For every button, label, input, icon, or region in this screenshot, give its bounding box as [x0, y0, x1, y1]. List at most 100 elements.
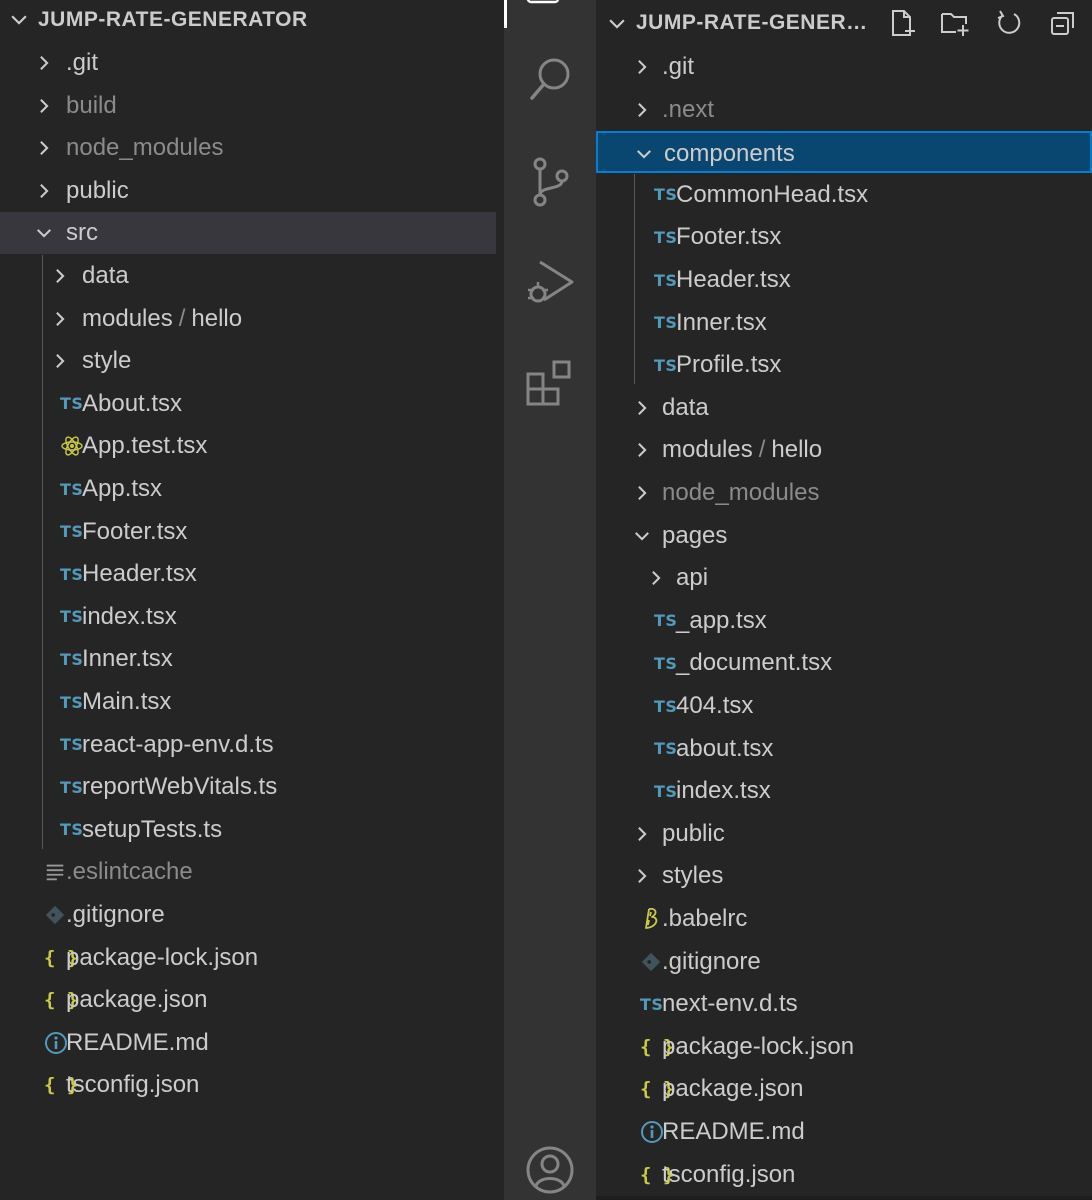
file-item-package-lock-json[interactable]: { } package-lock.json — [596, 1026, 1092, 1068]
file-item-gitignore[interactable]: .gitignore — [596, 941, 1092, 983]
file-item-footer-tsx[interactable]: TS Footer.tsx — [596, 216, 1092, 258]
item-label: Inner.tsx — [82, 645, 173, 673]
item-label: package-lock.json — [66, 944, 258, 972]
folder-item-public[interactable]: public — [0, 170, 504, 212]
chevron-right-icon[interactable] — [632, 57, 652, 77]
chevron-right-icon[interactable] — [632, 866, 652, 886]
file-item-main-tsx[interactable]: TS Main.tsx — [0, 681, 504, 723]
item-label: App.tsx — [82, 475, 162, 503]
folder-item-style[interactable]: style — [0, 340, 504, 382]
chevron-right-icon[interactable] — [34, 53, 54, 73]
extensions-icon[interactable] — [524, 358, 576, 410]
chevron-right-icon[interactable] — [34, 138, 54, 158]
file-item-footer-tsx[interactable]: TS Footer.tsx — [0, 511, 504, 553]
file-item-about-tsx[interactable]: TS about.tsx — [596, 728, 1092, 770]
file-item-tsconfig-json[interactable]: { } tsconfig.json — [596, 1154, 1092, 1196]
file-item-next-env-d-ts[interactable]: TS next-env.d.ts — [596, 983, 1092, 1025]
folder-item-data[interactable]: data — [0, 255, 504, 297]
folder-item-modules[interactable]: modules / hello — [0, 298, 504, 340]
file-item-document-tsx[interactable]: TS _document.tsx — [596, 642, 1092, 684]
chevron-down-icon[interactable] — [34, 223, 54, 243]
file-item-package-lock-json[interactable]: { } package-lock.json — [0, 937, 504, 979]
search-icon[interactable] — [524, 52, 576, 104]
item-label: _document.tsx — [676, 649, 832, 677]
chevron-right-icon[interactable] — [632, 440, 652, 460]
file-item-header-tsx[interactable]: TS Header.tsx — [0, 553, 504, 595]
file-item-reportwebvitals-ts[interactable]: TS reportWebVitals.ts — [0, 766, 504, 808]
file-item-package-json[interactable]: { } package.json — [0, 979, 504, 1021]
file-item-react-app-env-d-ts[interactable]: TS react-app-env.d.ts — [0, 724, 504, 766]
new-file-icon[interactable] — [888, 8, 918, 38]
folder-item-modules[interactable]: modules / hello — [596, 429, 1092, 471]
file-item-tsconfig-json[interactable]: { } tsconfig.json — [0, 1064, 504, 1106]
folder-item-build[interactable]: build — [0, 85, 504, 127]
chevron-right-icon[interactable] — [50, 266, 70, 286]
file-item-app-tsx[interactable]: TS _app.tsx — [596, 600, 1092, 642]
source-control-icon[interactable] — [524, 156, 576, 208]
chevron-right-icon[interactable] — [50, 309, 70, 329]
collapse-all-icon[interactable] — [1048, 8, 1078, 38]
chevron-right-icon[interactable] — [632, 100, 652, 120]
file-item-index-tsx[interactable]: TS index.tsx — [0, 596, 504, 638]
file-item-commonhead-tsx[interactable]: TS CommonHead.tsx — [596, 174, 1092, 216]
folder-item-data[interactable]: data — [596, 387, 1092, 429]
file-item-app-test-tsx[interactable]: App.test.tsx — [0, 425, 504, 467]
chevron-right-icon[interactable] — [632, 398, 652, 418]
folder-item-node-modules[interactable]: node_modules — [0, 127, 504, 169]
file-item-eslintcache[interactable]: .eslintcache — [0, 851, 504, 893]
chevron-right-icon[interactable] — [632, 483, 652, 503]
chevron-right-icon[interactable] — [34, 96, 54, 116]
typescript-file-icon: TS — [654, 312, 677, 334]
folder-item-pages[interactable]: pages — [596, 515, 1092, 557]
file-item-index-tsx[interactable]: TS index.tsx — [596, 770, 1092, 812]
refresh-icon[interactable] — [994, 8, 1024, 38]
file-item-about-tsx[interactable]: TS About.tsx — [0, 383, 504, 425]
file-item-profile-tsx[interactable]: TS Profile.tsx — [596, 344, 1092, 386]
file-item-gitignore[interactable]: .gitignore — [0, 894, 504, 936]
file-item-404-tsx[interactable]: TS 404.tsx — [596, 685, 1092, 727]
file-item-inner-tsx[interactable]: TS Inner.tsx — [0, 638, 504, 680]
chevron-right-icon[interactable] — [632, 824, 652, 844]
chevron-down-icon[interactable] — [606, 12, 628, 34]
item-label-text: Footer.tsx — [82, 517, 188, 545]
chevron-down-icon[interactable] — [634, 144, 654, 164]
chevron-down-icon[interactable] — [8, 8, 30, 30]
item-label-text: about.tsx — [676, 734, 774, 762]
run-debug-icon[interactable] — [524, 258, 576, 310]
info-file-icon — [640, 1121, 664, 1143]
folder-item-node-modules[interactable]: node_modules — [596, 472, 1092, 514]
folder-item-git[interactable]: .git — [0, 42, 504, 84]
typescript-file-icon: TS — [60, 776, 83, 798]
item-label-text: _app.tsx — [676, 606, 767, 634]
folder-item-git[interactable]: .git — [596, 46, 1092, 88]
folder-item-components[interactable]: components — [596, 131, 1092, 174]
folder-item-public[interactable]: public — [596, 813, 1092, 855]
account-icon[interactable] — [524, 1144, 576, 1196]
folder-item-next[interactable]: .next — [596, 89, 1092, 131]
file-item-readme-md[interactable]: README.md — [0, 1022, 504, 1064]
file-item-setuptests-ts[interactable]: TS setupTests.ts — [0, 809, 504, 851]
explorer-section-header-right[interactable]: JUMP-RATE-GENERATOR — [596, 0, 1092, 42]
new-folder-icon[interactable] — [940, 8, 970, 38]
chevron-right-icon[interactable] — [34, 181, 54, 201]
file-item-header-tsx[interactable]: TS Header.tsx — [596, 259, 1092, 301]
item-label-text: Profile.tsx — [676, 351, 782, 379]
folder-item-api[interactable]: api — [596, 557, 1092, 599]
ts-glyph: TS — [60, 522, 84, 542]
file-item-readme-md[interactable]: README.md — [596, 1111, 1092, 1153]
item-label-text: .gitignore — [662, 947, 761, 975]
file-item-app-tsx[interactable]: TS App.tsx — [0, 468, 504, 510]
folder-item-src[interactable]: src — [0, 212, 496, 255]
folder-item-styles[interactable]: styles — [596, 855, 1092, 897]
file-item-package-json[interactable]: { } package.json — [596, 1068, 1092, 1110]
chevron-down-icon[interactable] — [632, 526, 652, 546]
chevron-right-icon[interactable] — [646, 568, 666, 588]
explorer-section-header[interactable]: JUMP-RATE-GENERATOR — [0, 0, 504, 42]
files-icon[interactable] — [526, 0, 560, 4]
item-label-text: package.json — [66, 986, 208, 1014]
file-item-inner-tsx[interactable]: TS Inner.tsx — [596, 302, 1092, 344]
item-label-text: modules — [82, 304, 173, 332]
file-item-babelrc[interactable]: .babelrc — [596, 898, 1092, 940]
item-label-text: setupTests.ts — [82, 815, 223, 843]
chevron-right-icon[interactable] — [50, 351, 70, 371]
